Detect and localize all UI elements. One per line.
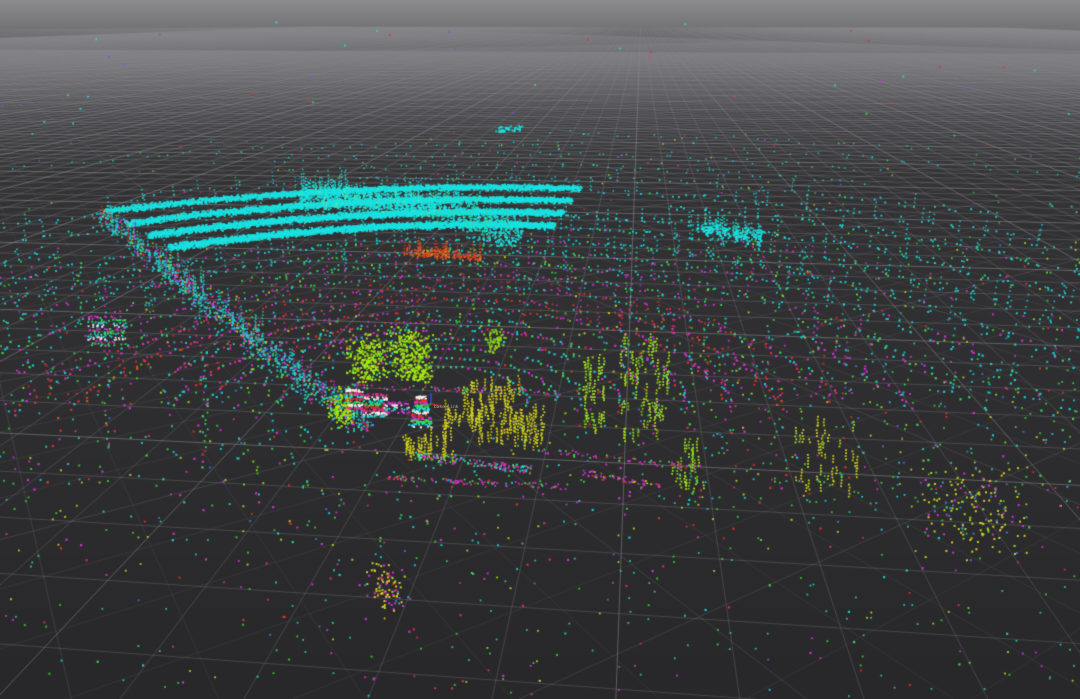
rviz-render-window: base_link xyxy=(0,0,1080,699)
pointcloud-viewport-canvas[interactable] xyxy=(0,0,1080,699)
